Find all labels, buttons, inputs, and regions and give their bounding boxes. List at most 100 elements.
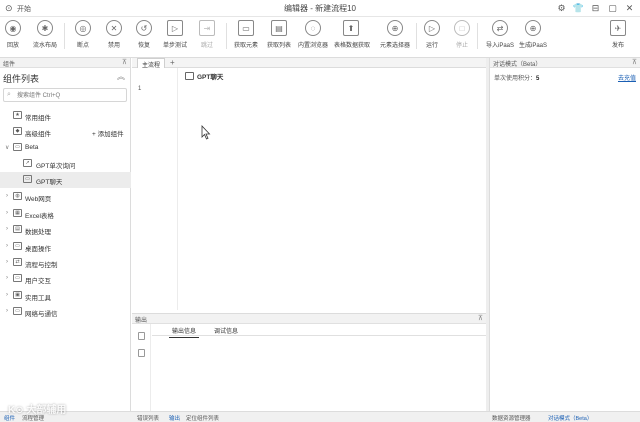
- toolbar-divider: [64, 23, 65, 49]
- window-controls: ⚙ 👕 ⊟ ▢ ✕: [555, 2, 636, 15]
- line-gutter: 1: [132, 68, 178, 310]
- output-pane-title: 输出: [135, 318, 148, 324]
- chevron-right-icon[interactable]: ›: [6, 243, 8, 249]
- table-icon: ▦: [13, 209, 22, 217]
- browser-icon: ◌: [305, 20, 321, 36]
- toolbar-divider: [226, 23, 227, 49]
- tree-item-data[interactable]: › ▤ 数据处理: [0, 222, 131, 238]
- tree-item-web[interactable]: › ◍ Web网页: [0, 189, 131, 205]
- run-button[interactable]: ▷ 运行: [415, 20, 449, 49]
- skip-button[interactable]: ⇥ 跳过: [190, 20, 224, 49]
- skin-icon[interactable]: 👕: [572, 2, 585, 15]
- get-element-icon: ▭: [238, 20, 254, 36]
- tree-item-beta[interactable]: ∨ ▭ Beta: [0, 140, 131, 156]
- settings-icon[interactable]: ⚙: [555, 2, 568, 15]
- step-test-button[interactable]: ▷ 单步测试: [158, 20, 192, 49]
- chevron-right-icon[interactable]: ›: [6, 275, 8, 281]
- tab-main-flow[interactable]: 主流程: [137, 58, 166, 69]
- cube-icon: ◆: [13, 127, 22, 135]
- tree-item-desktop[interactable]: › ▭ 桌面操作: [0, 239, 131, 255]
- layout-button[interactable]: ✱ 流水布局: [28, 20, 62, 49]
- chat-pane-title: 对话模式（Beta）: [493, 62, 542, 68]
- status-tab-chat-mode[interactable]: 对话模式（Beta）: [548, 414, 592, 422]
- tree-item-excel[interactable]: › ▦ Excel表格: [0, 206, 131, 222]
- output-pane-header: 输出 ⊼: [132, 314, 486, 324]
- minimize-icon[interactable]: ⊟: [589, 2, 602, 15]
- chevron-right-icon[interactable]: ›: [6, 292, 8, 298]
- import-ipaas-button[interactable]: ⇄ 导入iPaaS: [483, 20, 517, 49]
- tree-item-utilities[interactable]: › ▣ 实用工具: [0, 288, 131, 304]
- layout-icon: ✱: [37, 20, 53, 36]
- stop-button[interactable]: □ 停止: [445, 20, 479, 49]
- chart-icon: ↗: [23, 159, 32, 167]
- tree-item-user-interaction[interactable]: › ▭ 用户交互: [0, 271, 131, 287]
- tree-item-flow-control[interactable]: › ⇄ 流程与控制: [0, 255, 131, 271]
- chat-pane-header: 对话模式（Beta） ⊼: [490, 58, 640, 68]
- status-tab-output[interactable]: 输出: [169, 414, 180, 422]
- tree-item-advanced[interactable]: ◆ 高级组件 + 添加组件: [0, 124, 131, 140]
- maximize-icon[interactable]: ▢: [606, 2, 619, 15]
- search-icon: ⌕: [7, 91, 11, 98]
- chevron-right-icon[interactable]: ›: [6, 226, 8, 232]
- watermark-logo: K⊙ 大部辅用: [8, 405, 67, 416]
- status-bar: 组件 流程管理 错误列表 输出 定位组件列表 数据资源管理器 对话模式（Beta…: [0, 411, 640, 422]
- copy-icon[interactable]: [138, 332, 145, 340]
- close-icon[interactable]: ✕: [623, 2, 636, 15]
- play-icon: ▷: [424, 20, 440, 36]
- breakpoint-icon: ◎: [75, 20, 91, 36]
- tree-item-common[interactable]: ★ 常用组件: [0, 108, 131, 124]
- clear-icon[interactable]: [138, 349, 145, 357]
- pin-icon[interactable]: ⊼: [632, 58, 637, 66]
- restore-button[interactable]: ↺ 恢复: [127, 20, 161, 49]
- status-tab-data-explorer[interactable]: 数据资源管理器: [492, 414, 531, 422]
- component-search[interactable]: ⌕: [3, 88, 127, 102]
- folder-icon: ▭: [13, 143, 22, 151]
- table-data-icon: ⬆: [343, 20, 359, 36]
- get-list-icon: ▤: [271, 20, 287, 36]
- window-title: 编辑器 - 新建流程10: [283, 4, 356, 13]
- line-number: 1: [138, 86, 142, 92]
- pin-icon[interactable]: ⊼: [122, 58, 127, 66]
- chevron-right-icon[interactable]: ›: [6, 210, 8, 216]
- toolbar: ◉ 回放 ✱ 流水布局 ◎ 断点 ✕ 禁用 ↺ 恢复 ▷ 单步测试 ⇥ 跳过 ▭ 获取元素 ▤ 获…: [0, 17, 640, 58]
- step-test-icon: ▷: [167, 20, 183, 36]
- recharge-link[interactable]: 去充值: [618, 73, 636, 82]
- chevron-right-icon[interactable]: ›: [6, 308, 8, 314]
- tree-item-network[interactable]: › ▭ 网络与通信: [0, 304, 131, 320]
- generate-icon: ⊕: [525, 20, 541, 36]
- playback-icon: ◉: [5, 20, 21, 36]
- breakpoint-button[interactable]: ◎ 断点: [66, 20, 100, 49]
- flow-node-gpt-chat[interactable]: GPT聊天: [185, 71, 223, 81]
- chevron-right-icon[interactable]: ›: [6, 193, 8, 199]
- get-list-button[interactable]: ▤ 获取列表: [262, 20, 296, 49]
- pin-icon[interactable]: ⊼: [478, 314, 483, 322]
- import-icon: ⇄: [492, 20, 508, 36]
- playback-button[interactable]: ◉ 回放: [0, 20, 30, 49]
- builtin-browser-button[interactable]: ◌ 内置浏览器: [296, 20, 330, 49]
- collapse-icon[interactable]: ︽: [117, 71, 125, 82]
- tree-item-gpt-chat[interactable]: ▭ GPT聊天: [0, 172, 131, 188]
- output-side-tools: [132, 324, 151, 412]
- toolbar-divider: [477, 23, 478, 49]
- generate-ipaas-button[interactable]: ⊕ 生成iPaaS: [516, 20, 550, 49]
- chevron-right-icon[interactable]: ›: [6, 259, 8, 265]
- tree-item-gpt-single[interactable]: ↗ GPT单次询问: [0, 156, 131, 172]
- status-tab-locate[interactable]: 定位组件列表: [186, 414, 219, 422]
- disable-button[interactable]: ✕ 禁用: [97, 20, 131, 49]
- add-component-button[interactable]: + 添加组件: [92, 128, 124, 138]
- output-tabs: 输出信息 调试信息: [152, 324, 486, 338]
- publish-icon: ✈: [610, 20, 626, 36]
- restore-icon: ↺: [136, 20, 152, 36]
- status-tab-errors[interactable]: 错误列表: [137, 414, 159, 422]
- publish-button[interactable]: ✈ 发布: [601, 20, 635, 49]
- usage-value: 5: [536, 76, 540, 82]
- tab-output-info[interactable]: 输出信息: [168, 326, 200, 338]
- component-search-input[interactable]: [17, 90, 125, 101]
- element-picker-button[interactable]: ⊕ 元素选择器: [378, 20, 412, 49]
- add-tab-button[interactable]: +: [170, 58, 175, 67]
- get-element-button[interactable]: ▭ 获取元素: [229, 20, 263, 49]
- chevron-down-icon[interactable]: ∨: [5, 144, 9, 151]
- table-data-button[interactable]: ⬆ 表格数据获取: [334, 20, 370, 49]
- network-icon: ▭: [13, 307, 22, 315]
- tab-debug-info[interactable]: 调试信息: [214, 326, 238, 335]
